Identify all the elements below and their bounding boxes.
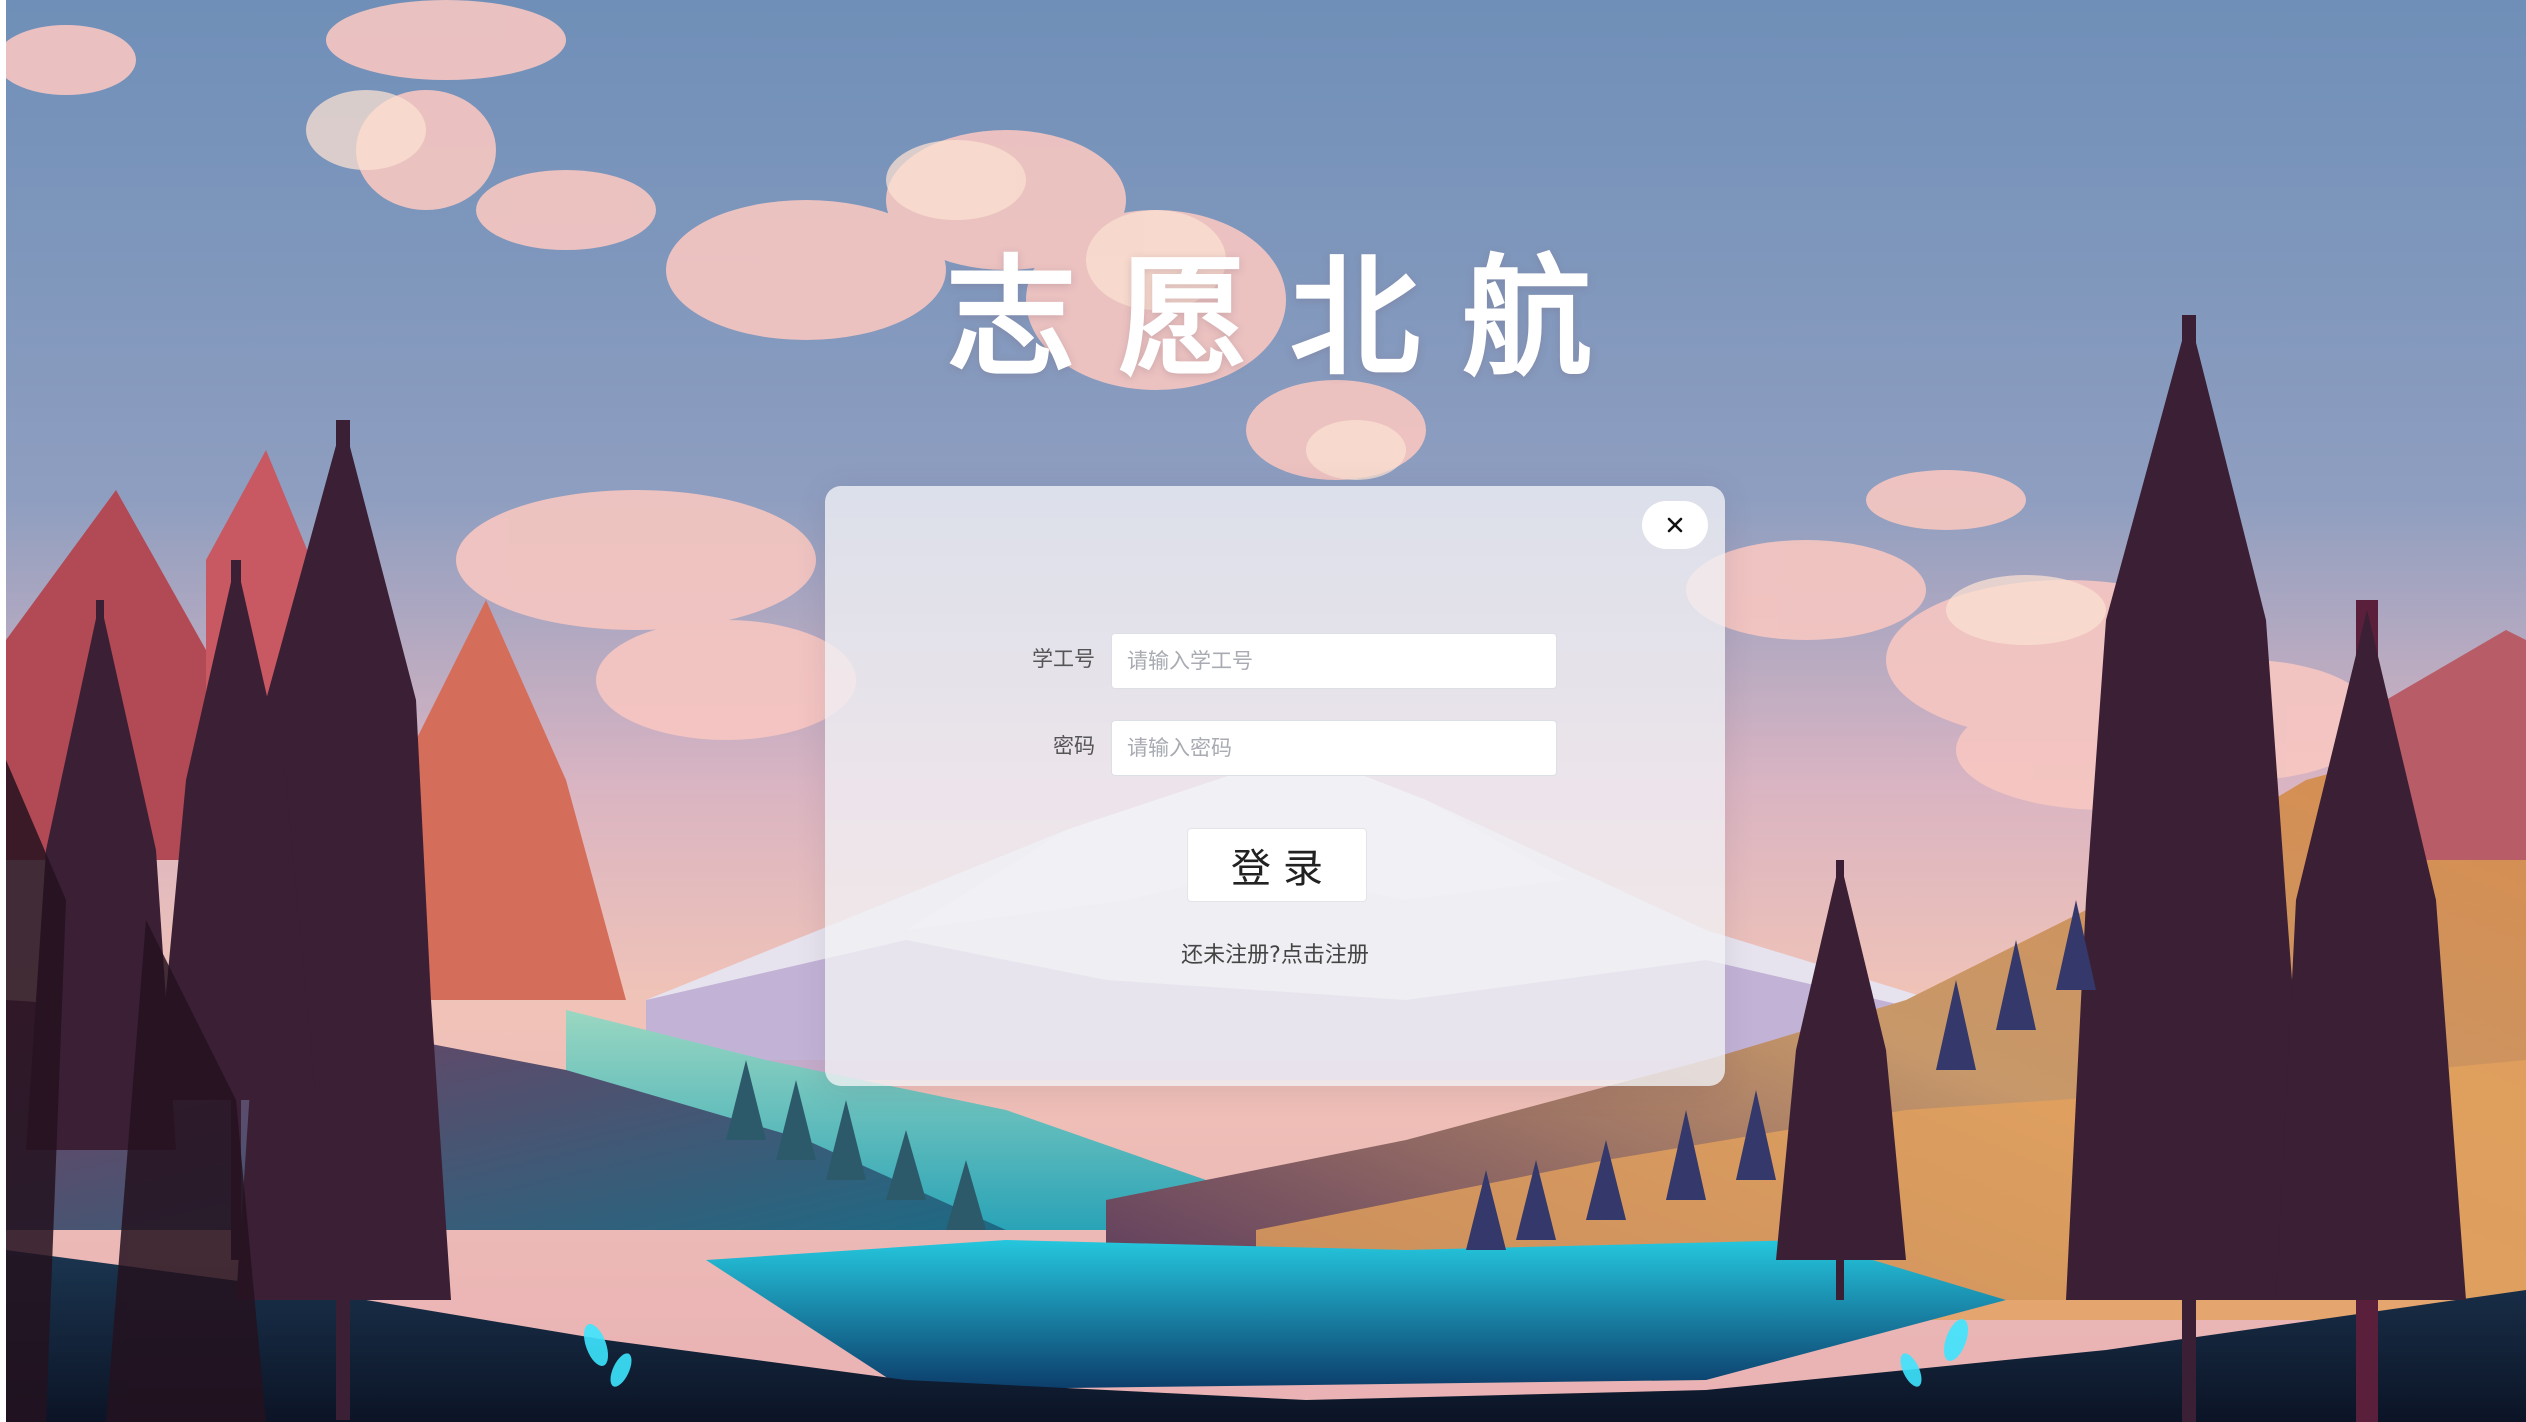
register-prompt: 还未注册?点击注册 — [825, 937, 1725, 969]
student-id-input[interactable] — [1111, 633, 1557, 689]
register-link[interactable]: 点击注册 — [1281, 943, 1369, 968]
close-button[interactable] — [1642, 501, 1708, 549]
password-label: 密码 — [1053, 734, 1095, 758]
login-page: 志愿北航 学工号 密码 登录 还未注册?点击注册 — [6, 0, 2526, 1422]
site-title: 志愿北航 — [945, 242, 1634, 394]
password-input[interactable] — [1111, 720, 1557, 776]
student-id-label: 学工号 — [1032, 647, 1095, 671]
login-panel: 学工号 密码 登录 还未注册?点击注册 — [825, 486, 1725, 1086]
login-button[interactable]: 登录 — [1187, 828, 1367, 902]
close-icon — [1667, 517, 1683, 533]
register-prompt-text: 还未注册? — [1181, 943, 1281, 968]
